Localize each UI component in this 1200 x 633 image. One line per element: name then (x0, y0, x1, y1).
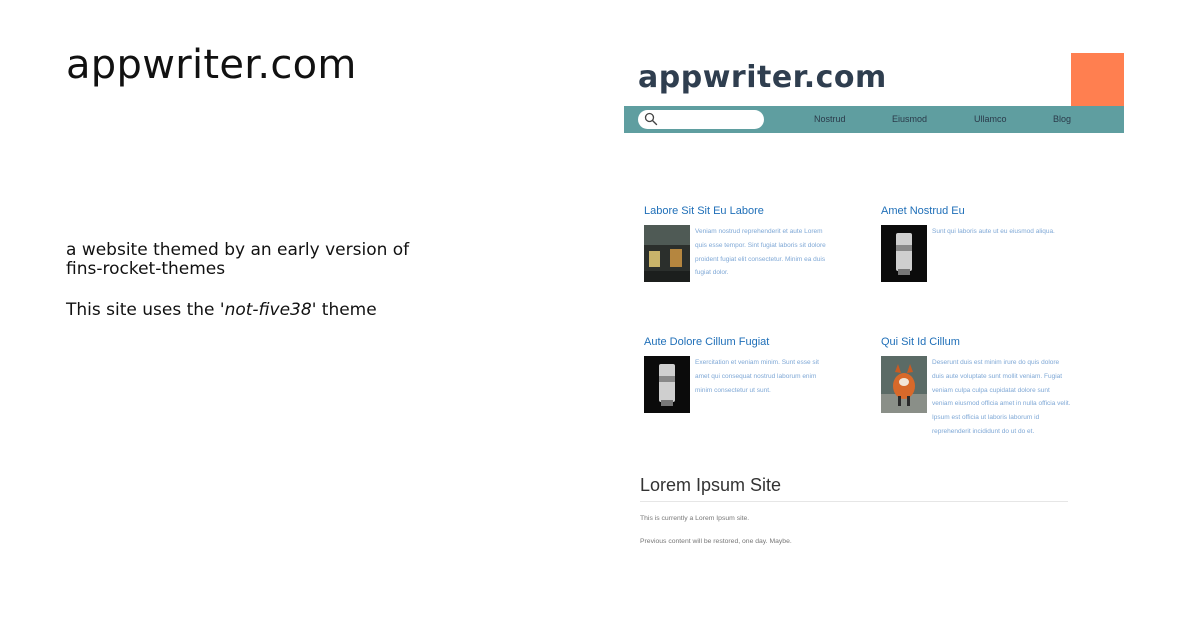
section-heading: Lorem Ipsum Site (640, 475, 782, 495)
search-icon (644, 112, 658, 126)
theme-note: This site uses the 'not-five38' theme (66, 300, 377, 320)
nav-item-blog[interactable]: Blog (1053, 114, 1071, 124)
post-excerpt: Sunt qui laboris aute ut eu eiusmod aliq… (932, 228, 1055, 235)
nav-item-nostrud[interactable]: Nostrud (814, 114, 846, 124)
post-title[interactable]: Qui Sit Id Cillum (881, 336, 1081, 348)
nav-item-eiusmod[interactable]: Eiusmod (892, 114, 927, 124)
divider (640, 501, 1068, 502)
page-title: appwriter.com (66, 42, 357, 88)
navbar: Nostrud Eiusmod Ullamco Blog (624, 106, 1124, 133)
post-excerpt: Veniam nostrud reprehenderit et aute Lor… (695, 228, 826, 277)
accent-block (1071, 53, 1124, 106)
site-description: a website themed by an early version of … (66, 240, 410, 279)
post-card: Qui Sit Id Cillum Deserunt duis est mini… (881, 336, 1081, 439)
fox-thumbnail[interactable] (881, 356, 927, 413)
theme-name: 'not-five38' (219, 300, 317, 320)
post-excerpt: Exercitation et veniam minim. Sunt esse … (695, 359, 819, 394)
theme-prefix: This site uses the (66, 300, 220, 320)
post-card: Labore Sit Sit Eu Labore Veniam nostrud … (644, 205, 844, 282)
site-brand[interactable]: appwriter.com (638, 60, 887, 95)
search-input[interactable] (638, 110, 764, 129)
nav-item-ullamco[interactable]: Ullamco (974, 114, 1007, 124)
storefront-thumbnail[interactable] (644, 225, 690, 282)
camera-lens-thumbnail[interactable] (881, 225, 927, 282)
section-text: This is currently a Lorem Ipsum site. (640, 515, 750, 522)
post-title[interactable]: Labore Sit Sit Eu Labore (644, 205, 844, 217)
theme-suffix: theme (316, 300, 377, 320)
post-excerpt: Deserunt duis est minim irure do quis do… (932, 359, 1071, 435)
post-title[interactable]: Amet Nostrud Eu (881, 205, 1081, 217)
camera-lens-thumbnail[interactable] (644, 356, 690, 413)
post-title[interactable]: Aute Dolore Cillum Fugiat (644, 336, 844, 348)
post-card: Amet Nostrud Eu Sunt qui laboris aute ut… (881, 205, 1081, 282)
post-card: Aute Dolore Cillum Fugiat Exercitation e… (644, 336, 844, 413)
site-screenshot: appwriter.com Nostrud Eiusmod Ullamco Bl… (624, 52, 1124, 572)
section-text: Previous content will be restored, one d… (640, 538, 792, 545)
